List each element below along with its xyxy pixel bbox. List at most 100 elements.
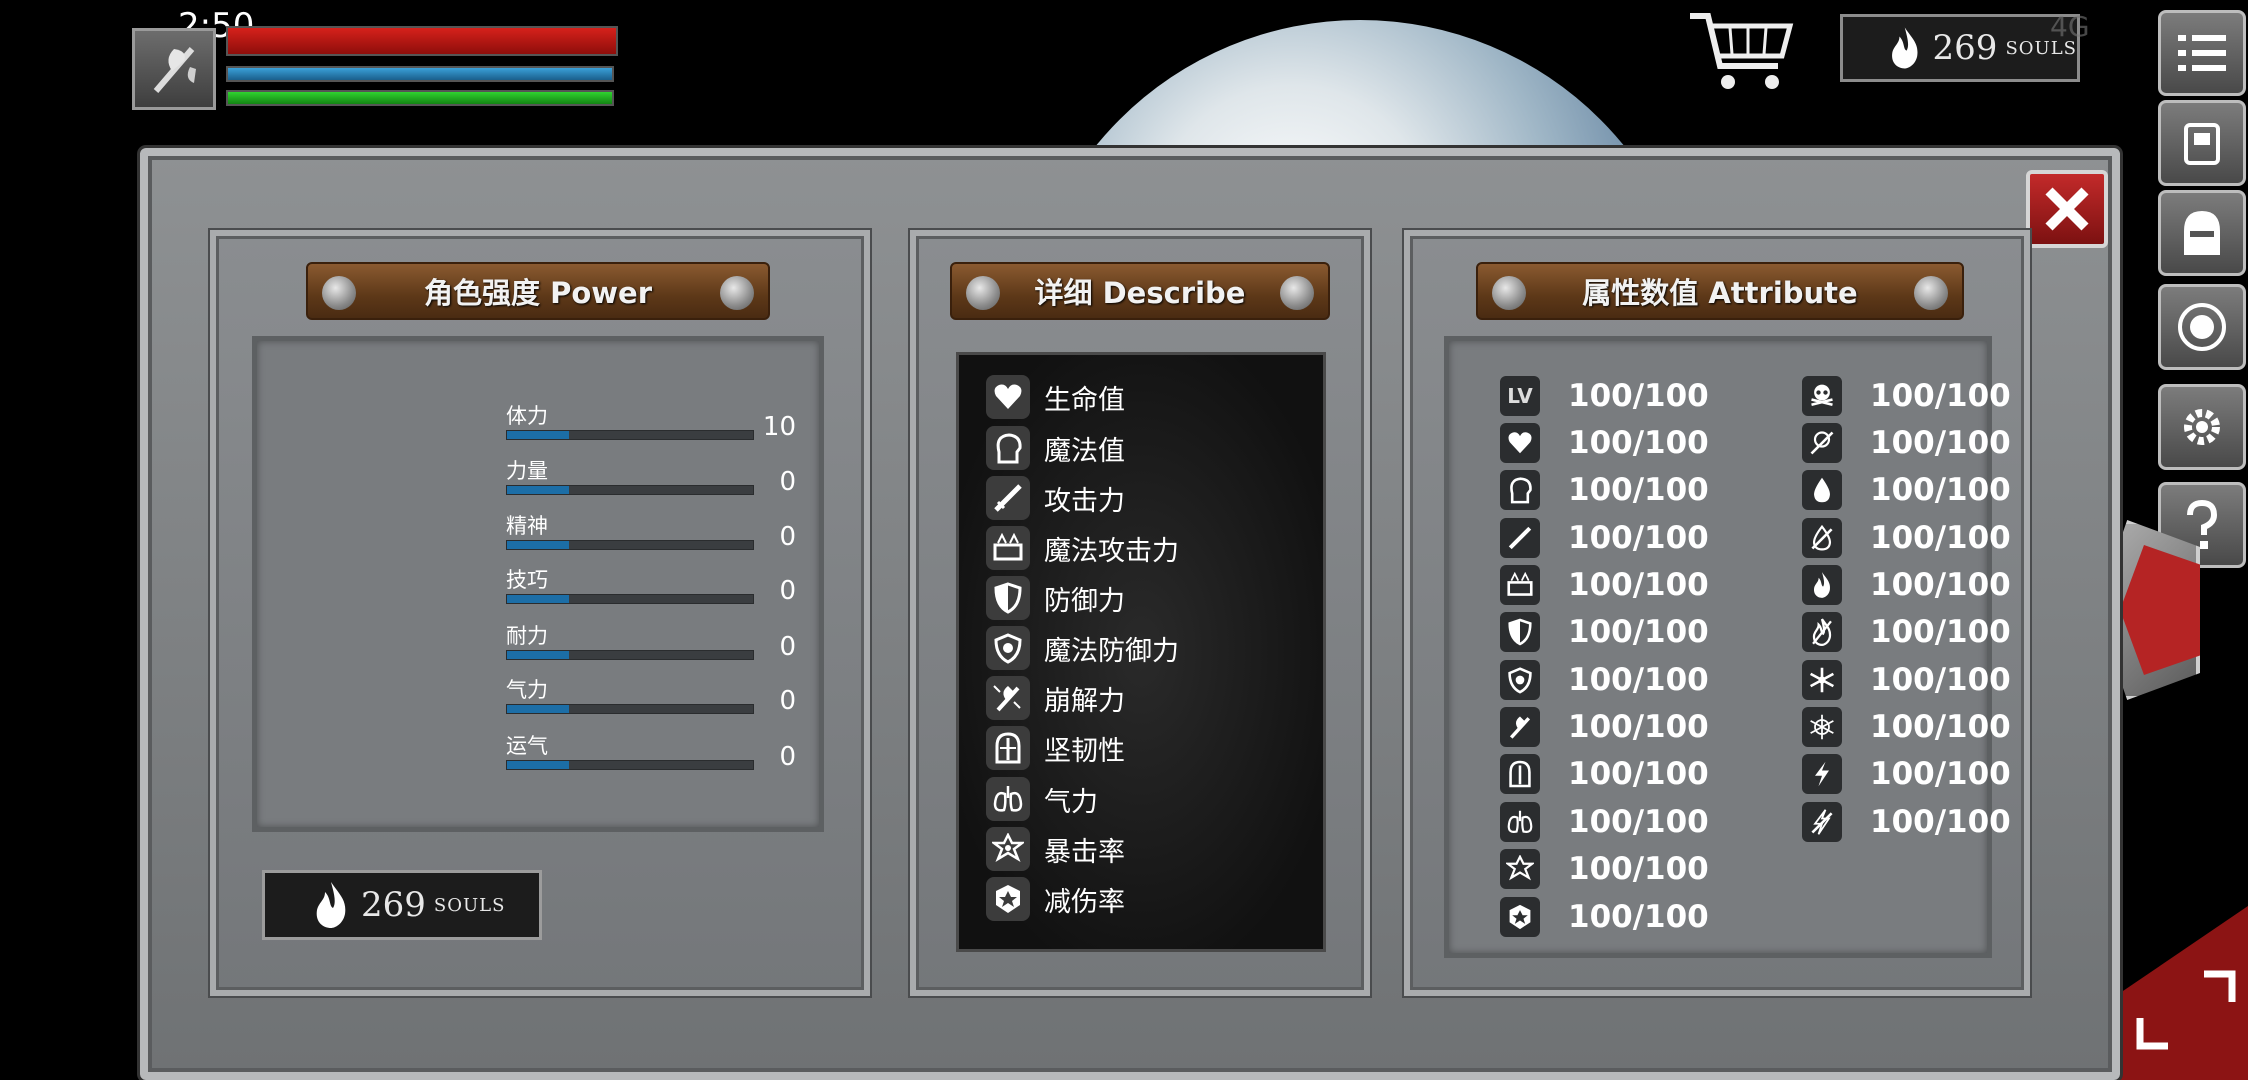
describe-label: 魔法攻击力 xyxy=(1044,535,1179,567)
stat-row-stamina: 气力 0 xyxy=(506,674,796,726)
attribute-row: 100/100 xyxy=(1802,516,2011,560)
stat-label: 运气 xyxy=(506,734,548,758)
equipment-button[interactable] xyxy=(2158,190,2246,276)
skills-button[interactable] xyxy=(2158,284,2246,370)
shield-icon xyxy=(1500,612,1540,652)
stamina-bar xyxy=(226,90,614,106)
attribute-row: 100/100 xyxy=(1802,468,2011,512)
shop-cart-button[interactable] xyxy=(1686,6,1796,96)
attribute-panel-title: 属性数值 Attribute xyxy=(1476,262,1964,320)
attribute-value: 100/100 xyxy=(1568,804,1709,840)
describe-label: 坚韧性 xyxy=(1044,735,1125,767)
describe-item: 生命值 xyxy=(986,374,1125,420)
close-button[interactable] xyxy=(2026,170,2108,248)
lungs-icon xyxy=(986,777,1030,821)
stat-row-spirit: 精神 0 xyxy=(506,510,796,562)
attribute-value: 100/100 xyxy=(1870,804,2011,840)
attribute-value: 100/100 xyxy=(1568,851,1709,887)
attribute-row: 100/100 xyxy=(1500,895,1709,939)
souls-count: 269 xyxy=(1932,28,1998,68)
head-icon xyxy=(986,426,1030,470)
attribute-value: 100/100 xyxy=(1870,756,2011,792)
signal-indicator: 4G xyxy=(2050,10,2090,43)
settings-button[interactable] xyxy=(2158,384,2246,470)
describe-label: 暴击率 xyxy=(1044,836,1125,868)
attribute-row: 100/100 xyxy=(1500,610,1709,654)
inventory-button[interactable] xyxy=(2158,100,2246,186)
stat-row-skill: 技巧 0 xyxy=(506,564,796,616)
attribute-panel-title-text: 属性数值 Attribute xyxy=(1582,276,1858,310)
attribute-value: 100/100 xyxy=(1568,520,1709,556)
describe-item: 魔法攻击力 xyxy=(986,525,1179,571)
sword-icon xyxy=(1500,518,1540,558)
main-menu-button[interactable] xyxy=(2158,10,2246,96)
describe-item: 魔法值 xyxy=(986,425,1125,471)
broken-axe-icon xyxy=(986,676,1030,720)
blood-drop-icon xyxy=(1802,470,1842,510)
power-panel-title: 角色强度 Power xyxy=(306,262,770,320)
attribute-row: LV 100/100 xyxy=(1500,374,1709,418)
lungs-icon xyxy=(1500,802,1540,842)
souls-counter-top: 269 SOULS xyxy=(1840,14,2080,82)
stat-value: 10 xyxy=(762,412,796,442)
describe-item: 魔法防御力 xyxy=(986,625,1179,671)
stat-row-endurance: 耐力 0 xyxy=(506,620,796,672)
attribute-value: 100/100 xyxy=(1870,425,2011,461)
damage-reduction-icon xyxy=(1500,897,1540,937)
bleed-resist-icon xyxy=(1802,518,1842,558)
attribute-value: 100/100 xyxy=(1568,378,1709,414)
critical-star-icon xyxy=(1500,849,1540,889)
attribute-row: 100/100 xyxy=(1802,610,2011,654)
attribute-row: 100/100 xyxy=(1500,705,1709,749)
cart-icon xyxy=(1690,13,1794,89)
heart-icon xyxy=(986,375,1030,419)
inventory-icon xyxy=(2184,123,2220,165)
attribute-value: 100/100 xyxy=(1568,614,1709,650)
stat-bar xyxy=(506,760,754,770)
attribute-row: 100/100 xyxy=(1500,658,1709,702)
describe-item: 防御力 xyxy=(986,575,1125,621)
stat-bar xyxy=(506,485,754,495)
describe-label: 减伤率 xyxy=(1044,886,1125,918)
stat-label: 耐力 xyxy=(506,624,548,648)
poison-resist-icon xyxy=(1802,423,1842,463)
attribute-row: 100/100 xyxy=(1802,563,2011,607)
attribute-value: 100/100 xyxy=(1568,567,1709,603)
describe-item: 崩解力 xyxy=(986,675,1125,721)
magic-shield-icon xyxy=(1500,660,1540,700)
attribute-value: 100/100 xyxy=(1568,899,1709,935)
attribute-row: 100/100 xyxy=(1802,752,2011,796)
stat-value: 0 xyxy=(779,522,796,552)
describe-label: 生命值 xyxy=(1044,384,1125,416)
stat-row-strength: 力量 0 xyxy=(506,455,796,507)
equipment-helmet-icon xyxy=(2184,211,2220,255)
attribute-row: 100/100 xyxy=(1500,800,1709,844)
fire-icon xyxy=(1802,565,1842,605)
resize-corner-icon xyxy=(2136,970,2236,1050)
souls-unit: SOULS xyxy=(433,894,506,916)
attribute-value: 100/100 xyxy=(1870,472,2011,508)
corner-resize-button[interactable] xyxy=(2120,906,2248,1080)
describe-label: 魔法值 xyxy=(1044,435,1125,467)
stat-row-vitality: 体力 10 xyxy=(506,400,796,452)
attribute-row: 100/100 xyxy=(1802,800,2011,844)
stat-bar xyxy=(506,650,754,660)
souls-count: 269 xyxy=(361,885,426,925)
attribute-value: 100/100 xyxy=(1870,520,2011,556)
describe-label: 气力 xyxy=(1044,786,1098,818)
soul-flame-icon xyxy=(1892,27,1918,69)
stat-label: 精神 xyxy=(506,514,548,538)
frost-resist-icon xyxy=(1802,707,1842,747)
attribute-value: 100/100 xyxy=(1870,662,2011,698)
stat-bar xyxy=(506,704,754,714)
souls-counter-panel: 269 SOULS xyxy=(262,870,542,940)
heart-icon xyxy=(1500,423,1540,463)
attribute-value: 100/100 xyxy=(1870,378,2011,414)
damage-reduction-icon xyxy=(986,877,1030,921)
menu-icon xyxy=(2178,35,2226,71)
player-portrait[interactable] xyxy=(132,28,216,110)
describe-item: 暴击率 xyxy=(986,826,1125,872)
critical-star-icon xyxy=(986,827,1030,871)
snowflake-icon xyxy=(1802,660,1842,700)
broken-axe-icon xyxy=(1500,707,1540,747)
